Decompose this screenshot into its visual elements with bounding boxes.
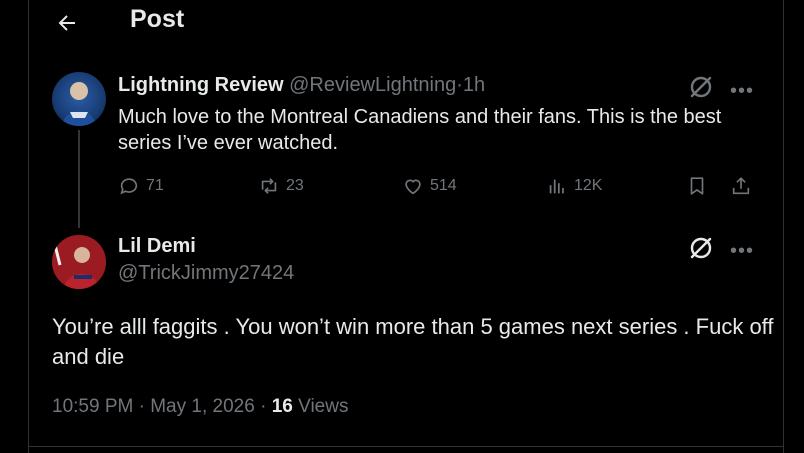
reply-icon <box>120 178 138 195</box>
reply-button[interactable]: 71 <box>118 175 164 197</box>
post-actions: 71 23 514 12K <box>118 175 758 201</box>
reply-count: 71 <box>146 177 164 194</box>
separator: · <box>138 396 145 417</box>
views-label: Views <box>298 396 349 417</box>
post-time[interactable]: 10:59 PM <box>52 396 133 417</box>
post-column <box>28 0 784 453</box>
display-name[interactable]: Lil Demi <box>118 235 196 258</box>
repost-icon <box>261 178 277 194</box>
views-button[interactable]: 12K <box>546 175 602 197</box>
more-icon[interactable]: ••• <box>730 241 754 261</box>
repost-button[interactable]: 23 <box>258 175 304 197</box>
back-button[interactable] <box>50 8 84 38</box>
arrow-left-icon <box>58 15 75 31</box>
handle[interactable]: @ReviewLightning <box>289 74 456 96</box>
handle[interactable]: @TrickJimmy27424 <box>118 262 294 285</box>
page-title: Post <box>130 5 185 33</box>
post-metadata: 10:59 PM · May 1, 2026 · 16 Views <box>52 396 348 418</box>
display-name[interactable]: Lightning Review <box>118 74 284 96</box>
repost-count: 23 <box>286 177 304 194</box>
post-text: Much love to the Montreal Canadiens and … <box>118 106 722 154</box>
post-date[interactable]: May 1, 2026 <box>150 396 255 417</box>
separator: · <box>260 396 267 417</box>
share-icon <box>732 177 750 195</box>
bookmark-button[interactable] <box>686 175 708 197</box>
views-count: 16 <box>271 396 293 417</box>
like-button[interactable]: 514 <box>402 175 457 197</box>
bar-chart-icon <box>549 179 564 194</box>
grok-icon[interactable] <box>688 74 714 100</box>
separator: · <box>456 74 463 96</box>
grok-icon[interactable] <box>688 235 714 261</box>
post-author-line: Lightning Review @ReviewLightning·1h <box>118 74 485 97</box>
top-bar: Post <box>0 0 804 44</box>
view-count: 12K <box>574 177 603 194</box>
bookmark-icon <box>690 177 704 195</box>
share-button[interactable] <box>730 175 752 197</box>
post-text: You’re alll faggits . You won’t win more… <box>52 314 774 369</box>
heart-icon <box>405 179 421 195</box>
like-count: 514 <box>430 177 457 194</box>
avatar[interactable] <box>52 72 106 126</box>
timestamp[interactable]: 1h <box>463 74 485 96</box>
divider <box>28 446 784 447</box>
more-icon[interactable]: ••• <box>730 81 754 101</box>
thread-line <box>78 130 80 228</box>
avatar[interactable] <box>52 235 106 289</box>
